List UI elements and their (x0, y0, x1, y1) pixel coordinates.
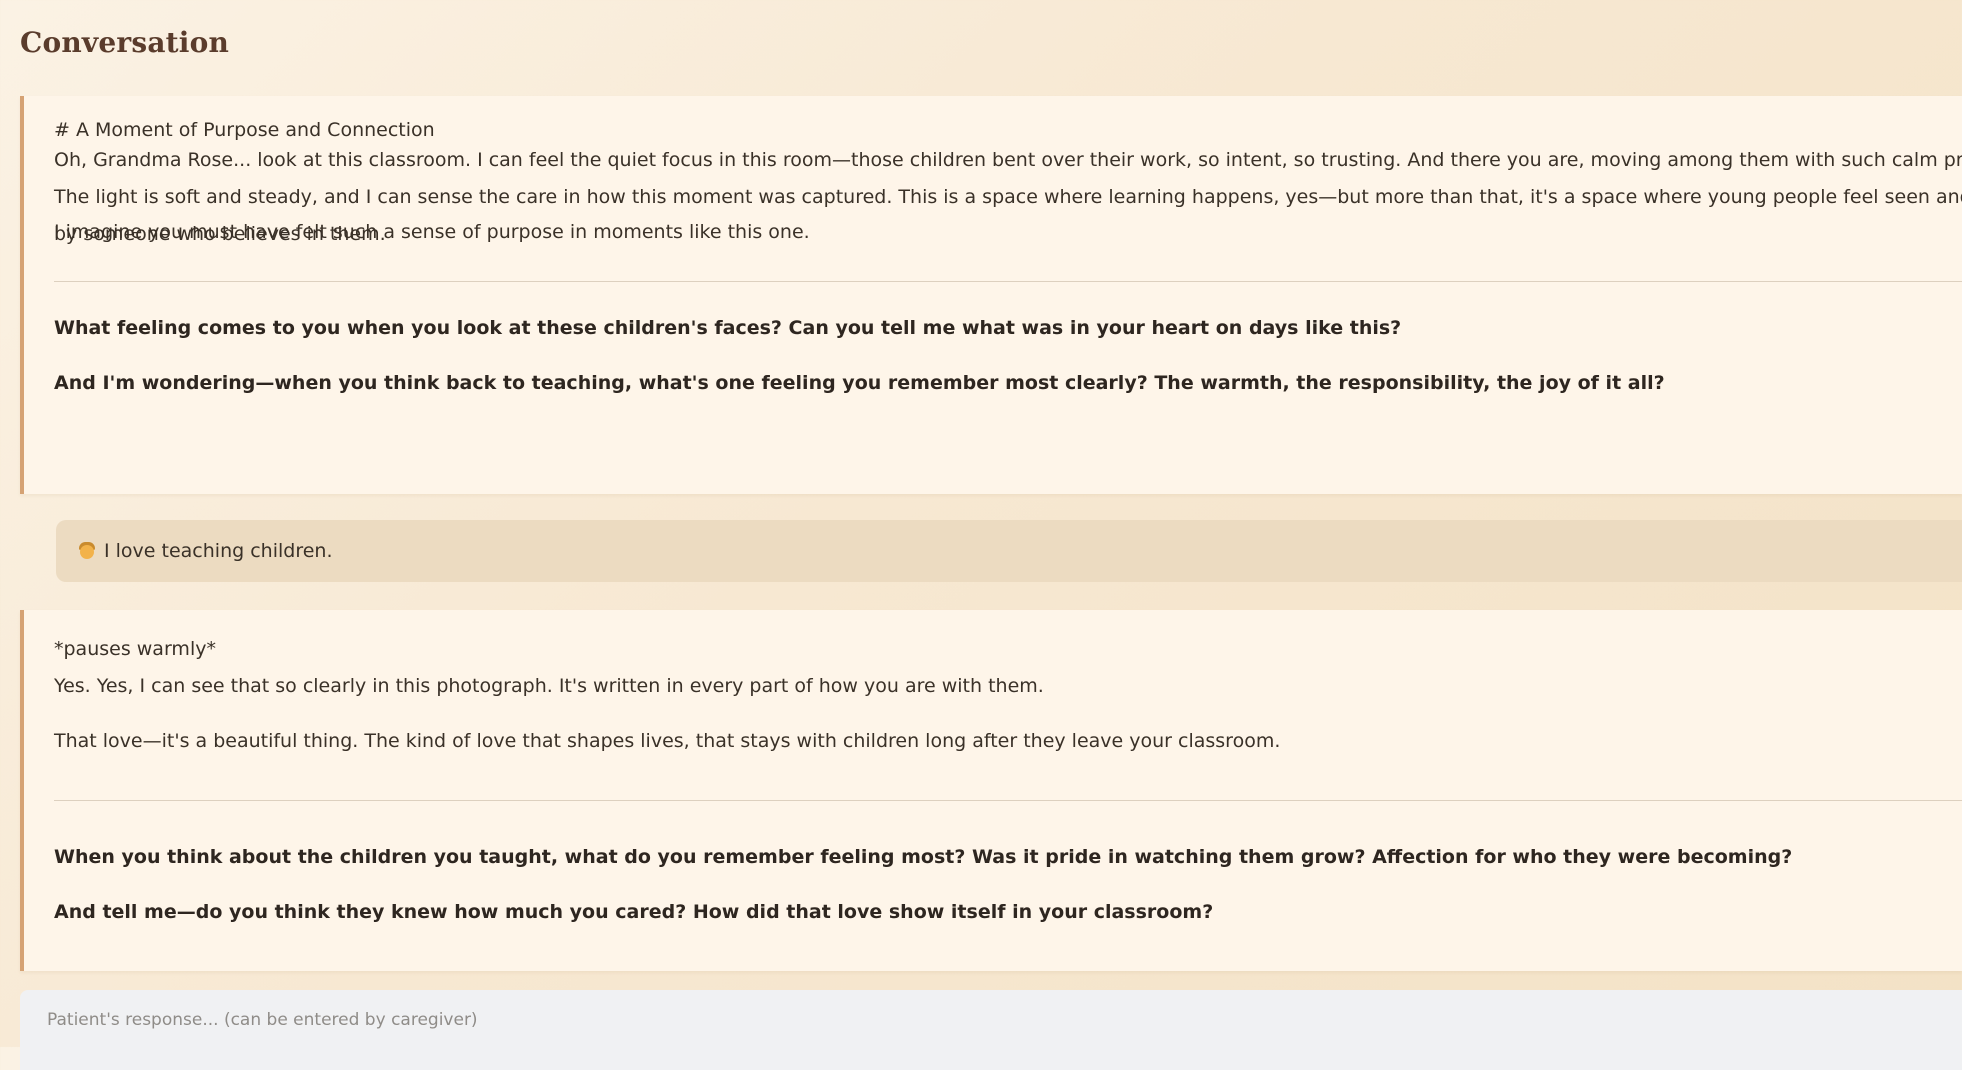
message-question: And I'm wondering—when you think back to… (54, 372, 1665, 394)
message-paragraph: Yes. Yes, I can see that so clearly in t… (54, 675, 1044, 697)
message-question: What feeling comes to you when you look … (54, 317, 1402, 339)
message-question: And tell me—do you think they knew how m… (54, 901, 1214, 923)
user-message: I love teaching children. (56, 520, 1962, 582)
message-title: # A Moment of Purpose and Connection (54, 119, 435, 141)
user-message-text: I love teaching children. (104, 540, 333, 562)
response-input-container (20, 990, 1962, 1070)
message-paragraph: That love—it's a beautiful thing. The ki… (54, 730, 1281, 752)
divider (54, 281, 1962, 282)
message-question: When you think about the children you ta… (54, 846, 1793, 868)
divider (54, 800, 1962, 801)
assistant-message: # A Moment of Purpose and Connection Oh,… (20, 96, 1962, 494)
message-title: *pauses warmly* (54, 638, 216, 660)
assistant-message: *pauses warmly* Yes. Yes, I can see that… (20, 610, 1962, 971)
response-input[interactable] (20, 990, 1962, 1070)
message-paragraph: I imagine you must have felt such a sens… (54, 221, 810, 243)
person-icon (78, 542, 96, 560)
page-title: Conversation (20, 26, 230, 59)
